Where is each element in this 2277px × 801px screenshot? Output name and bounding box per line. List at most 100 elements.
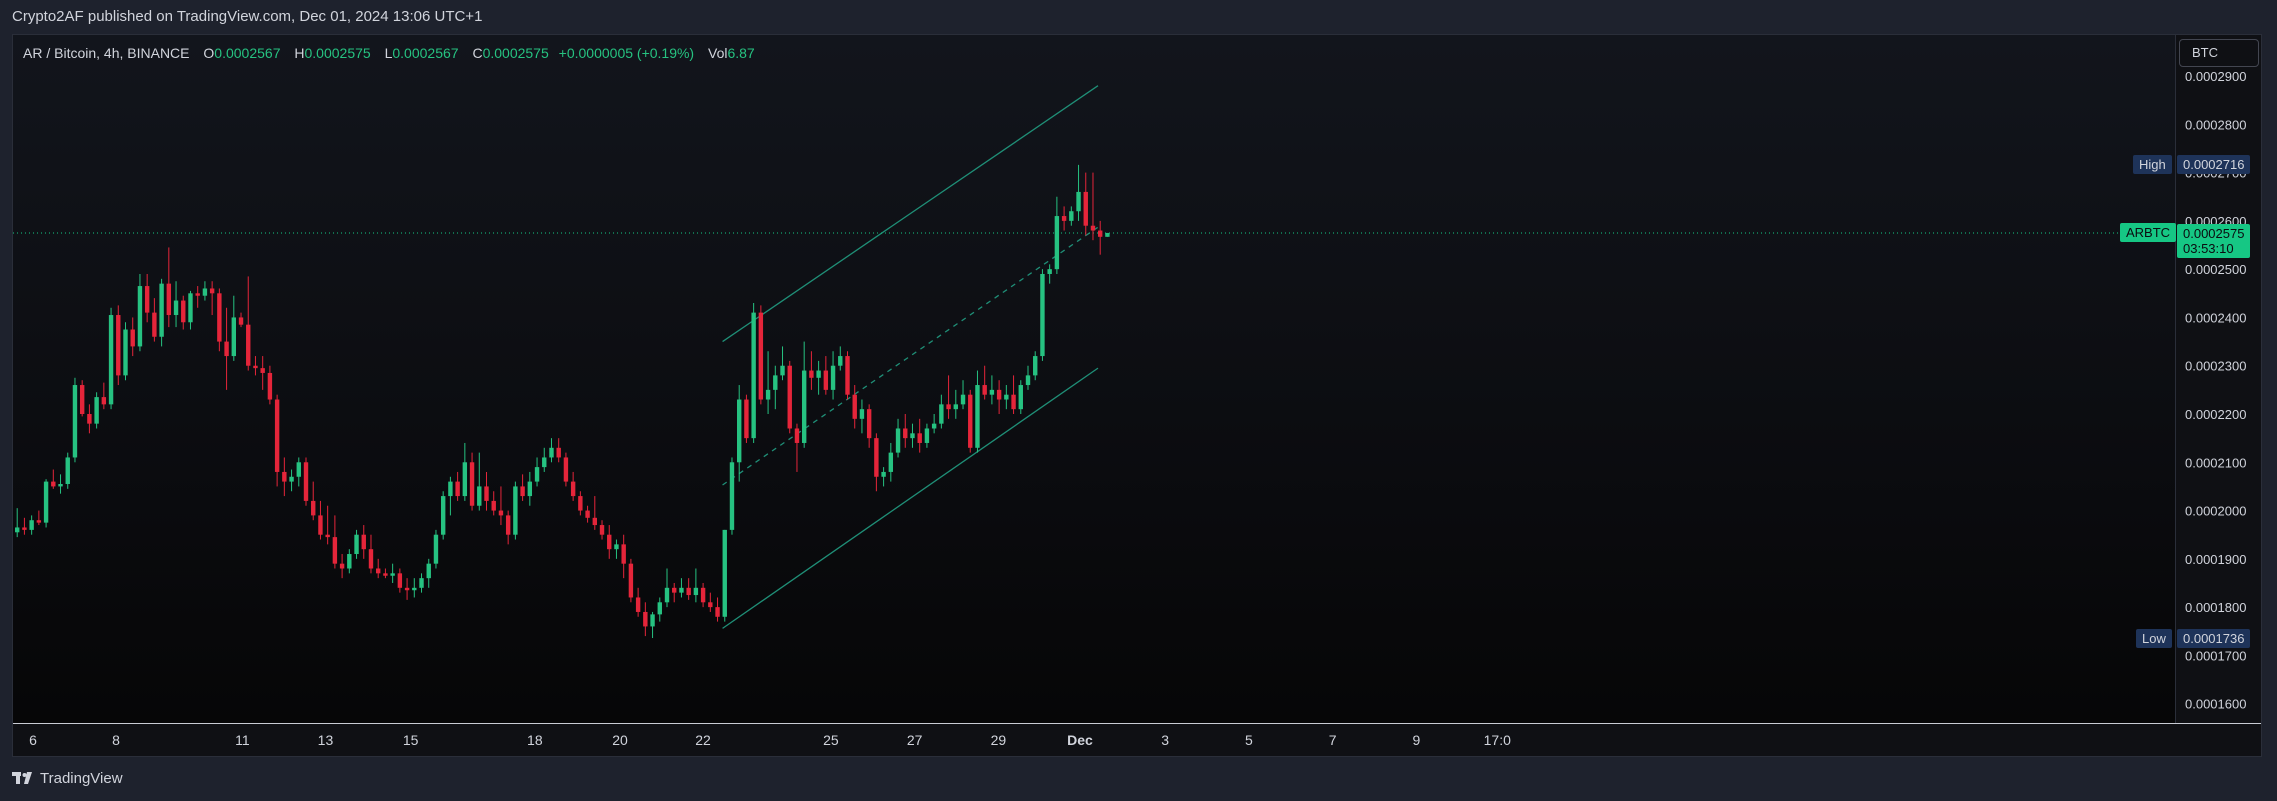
candle-body (455, 481, 460, 497)
candle-body (15, 527, 20, 533)
time-tick-label: 13 (318, 732, 334, 748)
candle-body (830, 365, 836, 390)
candle-body (773, 375, 778, 390)
candle-body (339, 563, 345, 569)
low-marker-label: Low (2136, 628, 2172, 648)
candle-body (700, 587, 706, 603)
candle-body (36, 520, 42, 523)
candle-body (672, 587, 677, 593)
candle-body (181, 300, 186, 323)
candle-body (94, 397, 99, 424)
symbol-title[interactable]: AR / Bitcoin, 4h, BINANCE (23, 45, 190, 61)
candle-body (412, 587, 417, 591)
candle-body (621, 544, 626, 564)
close-value: 0.0002575 (482, 45, 549, 61)
candle-body (332, 537, 338, 564)
candle-body (426, 563, 431, 579)
candle-body (376, 568, 381, 574)
candle-body (787, 365, 792, 429)
candle-body (22, 527, 27, 530)
candle-body (29, 520, 34, 530)
candle-body (130, 329, 135, 347)
time-tick-label: 7 (1329, 732, 1337, 748)
candle-body (599, 525, 605, 535)
last-price-box: 0.0002575 03:53:10 (2177, 223, 2251, 258)
chart-frame[interactable]: 0.00029000.00028000.00027000.00026000.00… (12, 34, 2262, 757)
candle-body (650, 614, 655, 627)
candle-body (1011, 394, 1016, 410)
candle-body (549, 447, 554, 458)
candle-body (433, 534, 439, 564)
candle-body (693, 587, 699, 596)
candle-body (946, 404, 951, 410)
time-tick-label: 9 (1413, 732, 1421, 748)
candle-body (152, 312, 157, 337)
candle-body (209, 288, 215, 294)
candle-body (101, 397, 107, 405)
open-label: O (203, 45, 215, 61)
price-tick-label: 0.0002800 (2185, 117, 2246, 132)
chart-page: Crypto2AF published on TradingView.com, … (0, 0, 2277, 801)
price-tick-label: 0.0001700 (2185, 648, 2246, 663)
time-scale-divider (13, 723, 2261, 724)
candle-body (744, 399, 749, 439)
candle-body (484, 486, 489, 501)
candle-body (859, 409, 865, 419)
brand-name: TradingView (40, 770, 123, 787)
candle-body (231, 317, 236, 357)
high-label: H (294, 45, 305, 61)
candle-body (311, 500, 316, 516)
candle-body (910, 433, 915, 439)
time-tick-label: 20 (612, 732, 628, 748)
candle-body (173, 300, 179, 316)
candle-body (253, 365, 258, 369)
candle-body (1069, 211, 1074, 221)
low-marker-value: 0.0001736 (2177, 628, 2251, 648)
candle-body (635, 597, 641, 612)
candle-body (801, 370, 807, 443)
candle-body (845, 356, 850, 395)
price-tick-label: 0.0001600 (2185, 697, 2246, 712)
candle-body (296, 462, 301, 477)
price-tick-label: 0.0001800 (2185, 600, 2246, 615)
candle-body (1105, 232, 1110, 237)
candle-body (1098, 230, 1103, 237)
candle-body (960, 394, 966, 405)
candle-body (838, 356, 843, 366)
candle-body (137, 286, 143, 347)
candle-body (267, 372, 273, 400)
candle-body (917, 433, 922, 443)
candle-body (166, 283, 172, 316)
candle-body (354, 534, 359, 555)
candle-body (592, 517, 597, 526)
footer-brand[interactable]: TradingView (12, 770, 123, 787)
candle-body (823, 370, 829, 390)
price-tick-label: 0.0002900 (2185, 69, 2246, 84)
candle-body (578, 496, 583, 511)
candle-body (607, 534, 612, 550)
price-tick-label: 0.0002100 (2185, 455, 2246, 470)
candle-body (903, 428, 908, 439)
change-value: +0.0000005 (+0.19%) (558, 45, 695, 61)
time-tick-label: Dec (1067, 732, 1093, 748)
candle-body (224, 341, 229, 357)
time-tick-label: 17:0 (1484, 732, 1511, 748)
candle-body (931, 423, 937, 429)
candle-body (303, 462, 309, 501)
candle-body (816, 370, 821, 378)
candle-body (794, 428, 800, 443)
candle-body (1033, 356, 1038, 376)
candle-body (737, 399, 742, 463)
time-tick-label: 29 (991, 732, 1007, 748)
candle-body (585, 510, 590, 518)
candle-body (881, 471, 886, 477)
candle-body (368, 549, 374, 569)
candle-body (123, 329, 128, 376)
candle-body (715, 607, 720, 617)
candle-body (968, 394, 973, 448)
currency-unit-button[interactable]: BTC (2179, 39, 2259, 67)
candle-body (469, 462, 475, 506)
candlestick-chart[interactable]: 0.00029000.00028000.00027000.00026000.00… (13, 35, 2262, 757)
candle-body (260, 368, 265, 373)
candle-body (643, 611, 648, 627)
